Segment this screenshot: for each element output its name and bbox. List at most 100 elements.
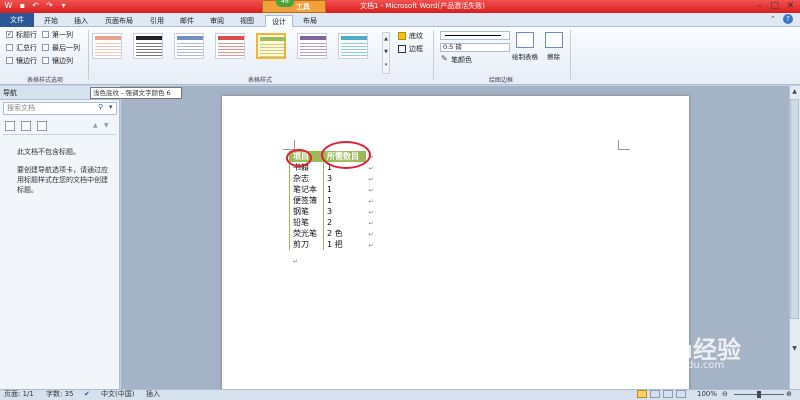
- table-cell[interactable]: 笔记本: [289, 184, 324, 195]
- search-dropdown-icon[interactable]: ▾: [109, 103, 113, 111]
- line-weight-dropdown[interactable]: 0.5 磅: [440, 43, 510, 52]
- table-cell[interactable]: 3: [323, 206, 366, 217]
- nav-up-icon[interactable]: ▲: [93, 122, 98, 129]
- qat-dropdown-icon[interactable]: ▾: [58, 1, 69, 11]
- shading-button[interactable]: 底纹: [409, 31, 423, 41]
- scroll-up-icon[interactable]: ▲: [790, 88, 799, 97]
- thumbnail-row: [177, 49, 203, 50]
- table-style-thumbnail[interactable]: [92, 33, 122, 59]
- ribbon-collapse-icon[interactable]: ⌃: [770, 15, 776, 23]
- tab-file[interactable]: 文件: [0, 13, 34, 27]
- word-count[interactable]: 字数: 35: [46, 390, 74, 399]
- line-weight-value: 0.5 磅: [443, 43, 462, 51]
- header-row-checkbox[interactable]: ✓: [6, 31, 13, 38]
- thumbnail-row: [300, 43, 326, 44]
- tab-view[interactable]: 视图: [234, 15, 260, 27]
- table-style-thumbnail[interactable]: [297, 33, 327, 59]
- tab-home[interactable]: 开始: [38, 15, 64, 27]
- zoom-slider-thumb[interactable]: [757, 391, 761, 398]
- shading-icon[interactable]: [398, 32, 406, 40]
- thumbnail-row: [300, 55, 326, 56]
- thumbnail-header: [177, 36, 203, 40]
- borders-icon[interactable]: [398, 45, 406, 53]
- pen-color-icon[interactable]: ✎: [441, 55, 449, 63]
- table-style-options-group-label: 表格样式选项: [26, 77, 63, 84]
- insert-mode-status[interactable]: 插入: [146, 390, 160, 399]
- proofing-icon[interactable]: ✔: [84, 390, 90, 399]
- close-icon[interactable]: ✕: [783, 0, 798, 12]
- tab-mailings[interactable]: 邮件: [174, 15, 200, 27]
- pen-color-button[interactable]: 笔颜色: [451, 55, 472, 65]
- language-status[interactable]: 中文(中国): [101, 390, 134, 399]
- word-logo-icon[interactable]: W: [3, 1, 14, 11]
- table-cell[interactable]: 剪刀: [289, 239, 324, 250]
- row-end-mark: ↵: [368, 209, 374, 216]
- undo-icon[interactable]: ↶: [30, 1, 41, 11]
- table-cell[interactable]: 2: [323, 217, 366, 228]
- banded-columns-checkbox[interactable]: [42, 57, 49, 64]
- table-style-thumbnail[interactable]: [133, 33, 163, 59]
- tab-references[interactable]: 引用: [144, 15, 170, 27]
- line-style-dropdown[interactable]: [440, 31, 510, 40]
- banded-rows-checkbox[interactable]: [6, 57, 13, 64]
- headings-view-icon[interactable]: [5, 121, 15, 131]
- results-view-icon[interactable]: [37, 121, 47, 131]
- maximize-icon[interactable]: □: [767, 0, 782, 12]
- thumbnail-row: [136, 49, 162, 50]
- last-column-checkbox[interactable]: [42, 44, 49, 51]
- thumbnail-row: [218, 52, 244, 53]
- table-cell[interactable]: 1: [323, 184, 366, 195]
- redo-icon[interactable]: ↷: [44, 1, 55, 11]
- table-cell[interactable]: 荧光笔: [289, 228, 324, 239]
- row-end-mark: ↵: [368, 198, 374, 205]
- borders-button[interactable]: 边框: [409, 44, 423, 54]
- table-cell[interactable]: 铅笔: [289, 217, 324, 228]
- total-row-checkbox[interactable]: [6, 44, 13, 51]
- thumbnail-row: [218, 46, 244, 47]
- watermark-url: jingyan.baidu.com: [632, 360, 725, 371]
- thumbnail-row: [95, 43, 121, 44]
- row-end-mark: ↵: [368, 187, 374, 194]
- table-cell[interactable]: 1: [323, 195, 366, 206]
- gallery-scroll[interactable]: ▲ ▼ ▾: [382, 32, 390, 74]
- zoom-level[interactable]: 100%: [697, 390, 717, 399]
- print-layout-icon[interactable]: [637, 390, 647, 398]
- scroll-down-icon[interactable]: ▼: [790, 345, 799, 354]
- scroll-thumb[interactable]: [790, 99, 799, 319]
- table-cell[interactable]: 3: [323, 173, 366, 184]
- eraser-icon[interactable]: [545, 32, 563, 48]
- row-end-mark: ↵: [368, 242, 374, 249]
- search-icon[interactable]: ⚲: [98, 103, 103, 111]
- table-row: 钢笔 3 ↵: [289, 206, 378, 217]
- nav-divider: [3, 134, 117, 135]
- thumbnail-header: [260, 37, 286, 41]
- draw-table-button[interactable]: 绘制表格: [512, 51, 538, 61]
- full-screen-icon[interactable]: [650, 390, 660, 398]
- table-style-thumbnail[interactable]: [174, 33, 204, 59]
- web-layout-icon[interactable]: [663, 390, 673, 398]
- zoom-out-icon[interactable]: ⊖: [722, 390, 728, 399]
- tab-review[interactable]: 审阅: [204, 15, 230, 27]
- help-icon[interactable]: ?: [783, 14, 793, 24]
- table-cell[interactable]: 杂志: [289, 173, 324, 184]
- table-style-thumbnail[interactable]: [256, 33, 286, 59]
- minimize-icon[interactable]: –: [752, 0, 767, 12]
- tab-page-layout[interactable]: 页面布局: [98, 15, 140, 27]
- first-column-checkbox[interactable]: [42, 31, 49, 38]
- table-cell[interactable]: 便签簿: [289, 195, 324, 206]
- tab-insert[interactable]: 插入: [68, 15, 94, 27]
- draw-table-icon[interactable]: [516, 32, 534, 48]
- table-cell[interactable]: 2 色: [323, 228, 366, 239]
- table-cell[interactable]: 1 把: [323, 239, 366, 250]
- table-style-thumbnail[interactable]: [338, 33, 368, 59]
- outline-icon[interactable]: [676, 390, 686, 398]
- zoom-in-icon[interactable]: ⊕: [786, 390, 792, 399]
- pages-view-icon[interactable]: [21, 121, 31, 131]
- eraser-button[interactable]: 擦除: [547, 51, 560, 61]
- page-count[interactable]: 页面: 1/1: [4, 390, 34, 399]
- save-icon[interactable]: ▪: [17, 1, 28, 11]
- table-style-thumbnail[interactable]: [215, 33, 245, 59]
- tab-layout[interactable]: 布局: [297, 15, 323, 27]
- nav-down-icon[interactable]: ▼: [104, 122, 109, 129]
- table-cell[interactable]: 钢笔: [289, 206, 324, 217]
